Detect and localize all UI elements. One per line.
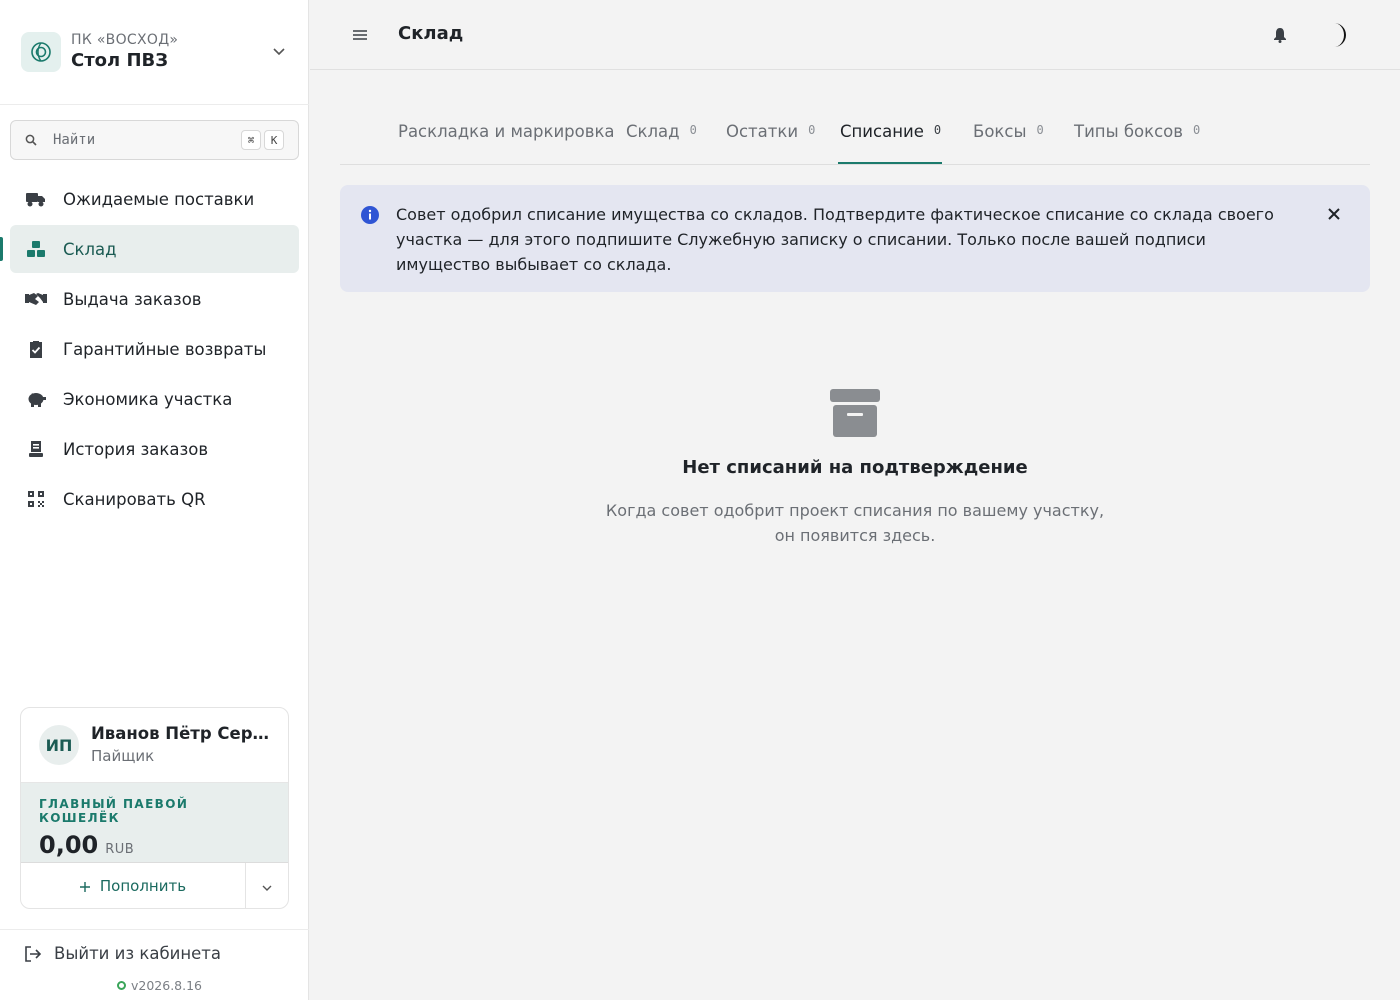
sidebar-item-site-economics[interactable]: Экономика участка <box>10 375 299 423</box>
tab-count: 0 <box>1193 123 1201 137</box>
wallet-balance: 0,00 <box>39 831 99 859</box>
avatar: ИП <box>39 725 79 765</box>
tab-warehouse[interactable]: Склад 0 <box>626 122 697 164</box>
tab-label: Остатки <box>726 122 799 141</box>
boxes-icon <box>25 238 47 260</box>
topup-label: Пополнить <box>99 877 187 895</box>
bell-icon[interactable] <box>1271 26 1289 44</box>
divider <box>0 104 309 105</box>
status-dot-icon <box>117 981 126 990</box>
tab-label: Типы боксов <box>1074 122 1183 141</box>
wallet-menu-button[interactable] <box>246 863 288 908</box>
tab-label: Боксы <box>973 122 1027 141</box>
empty-state: Нет списаний на подтверждение Когда сове… <box>540 385 1170 548</box>
sidebar-item-label: Сканировать QR <box>63 489 206 509</box>
sidebar-item-scan-qr[interactable]: Сканировать QR <box>10 475 299 523</box>
sidebar-item-expected-deliveries[interactable]: Ожидаемые поставки <box>10 175 299 223</box>
close-icon[interactable] <box>1324 204 1344 224</box>
sidebar-item-label: Выдача заказов <box>63 289 202 309</box>
tab-count: 0 <box>933 123 942 137</box>
user-name: Иванов Пётр Сергеевич <box>91 724 271 743</box>
tab-layout-marking[interactable]: Раскладка и маркировка <box>398 122 615 164</box>
sidebar-item-warehouse[interactable]: Склад <box>0 225 299 273</box>
alert-text: Совет одобрил списание имущества со скла… <box>396 205 1274 274</box>
tab-write-off[interactable]: Списание 0 <box>840 122 941 164</box>
user-card: ИП Иванов Пётр Сергеевич Пайщик ГЛАВНЫЙ … <box>20 707 289 909</box>
search-icon <box>25 134 37 146</box>
info-alert: Совет одобрил списание имущества со скла… <box>340 185 1370 292</box>
empty-state-title: Нет списаний на подтверждение <box>682 457 1028 478</box>
tab-count: 0 <box>1036 123 1044 137</box>
page-title: Склад <box>398 23 464 44</box>
tab-remains[interactable]: Остатки 0 <box>726 122 815 164</box>
receipt-icon <box>25 438 47 460</box>
handshake-icon <box>25 288 47 310</box>
shortcut-key: K <box>264 130 284 150</box>
truck-icon <box>25 188 47 210</box>
top-bar: Склад <box>310 0 1400 70</box>
info-icon <box>360 205 380 225</box>
search-input[interactable] <box>53 132 238 148</box>
archive-icon <box>827 385 883 441</box>
tab-label: Раскладка и маркировка <box>398 122 615 141</box>
menu-icon[interactable] <box>350 26 370 44</box>
tab-label: Списание <box>840 122 924 141</box>
search-box[interactable]: ⌘ K <box>10 120 299 160</box>
logout-button[interactable]: Выйти из кабинета <box>24 944 221 963</box>
sidebar-item-label: Гарантийные возвраты <box>63 339 267 359</box>
org-subtitle: ПК «ВОСХОД» <box>71 32 179 48</box>
sidebar-item-label: Экономика участка <box>63 389 233 409</box>
tab-count: 0 <box>808 123 816 137</box>
logout-icon <box>24 945 42 963</box>
wallet-label: ГЛАВНЫЙ ПАЕВОЙ КОШЕЛЁК <box>39 797 189 825</box>
sidebar-item-label: История заказов <box>63 439 209 459</box>
logout-label: Выйти из кабинета <box>54 944 222 963</box>
tab-bar: Раскладка и маркировка Склад 0 Остатки 0… <box>340 110 1370 165</box>
sidebar: ПК «ВОСХОД» Стол ПВЗ ⌘ K Ожидаемые поста… <box>0 0 309 1000</box>
moon-icon[interactable] <box>1326 22 1352 48</box>
divider <box>0 929 309 930</box>
org-logo-icon <box>21 32 61 72</box>
plus-icon <box>79 877 90 896</box>
sidebar-item-label: Склад <box>63 239 117 259</box>
clipboard-check-icon <box>25 338 47 360</box>
tab-boxes[interactable]: Боксы 0 <box>973 122 1044 164</box>
app-version: v2026.8.16 <box>117 978 202 993</box>
active-tab-indicator <box>838 162 942 164</box>
tab-box-types[interactable]: Типы боксов 0 <box>1074 122 1200 164</box>
org-name: Стол ПВЗ <box>71 50 169 71</box>
sidebar-item-order-issue[interactable]: Выдача заказов <box>10 275 299 323</box>
shortcut-mod-key: ⌘ <box>241 130 261 150</box>
tab-label: Склад <box>626 122 680 141</box>
version-label: v2026.8.16 <box>131 978 203 993</box>
piggy-bank-icon <box>25 388 47 410</box>
topup-button[interactable]: Пополнить <box>21 863 246 908</box>
sidebar-item-warranty-returns[interactable]: Гарантийные возвраты <box>10 325 299 373</box>
chevron-down-icon[interactable] <box>269 42 289 62</box>
wallet-currency: RUB <box>105 842 135 857</box>
user-profile[interactable]: ИП Иванов Пётр Сергеевич Пайщик <box>21 708 288 783</box>
sidebar-nav: Ожидаемые поставки Склад Выдача заказов … <box>0 175 299 525</box>
sidebar-item-order-history[interactable]: История заказов <box>10 425 299 473</box>
empty-state-text: Когда совет одобрит проект списания по в… <box>605 501 1105 545</box>
tab-count: 0 <box>689 123 697 137</box>
sidebar-item-label: Ожидаемые поставки <box>63 189 255 209</box>
wallet-panel: ГЛАВНЫЙ ПАЕВОЙ КОШЕЛЁК 0,00 RUB <box>21 783 288 863</box>
org-switcher[interactable]: ПК «ВОСХОД» Стол ПВЗ <box>21 30 289 74</box>
qr-code-icon <box>25 488 47 510</box>
user-role: Пайщик <box>91 747 155 765</box>
chevron-down-icon <box>262 877 272 896</box>
